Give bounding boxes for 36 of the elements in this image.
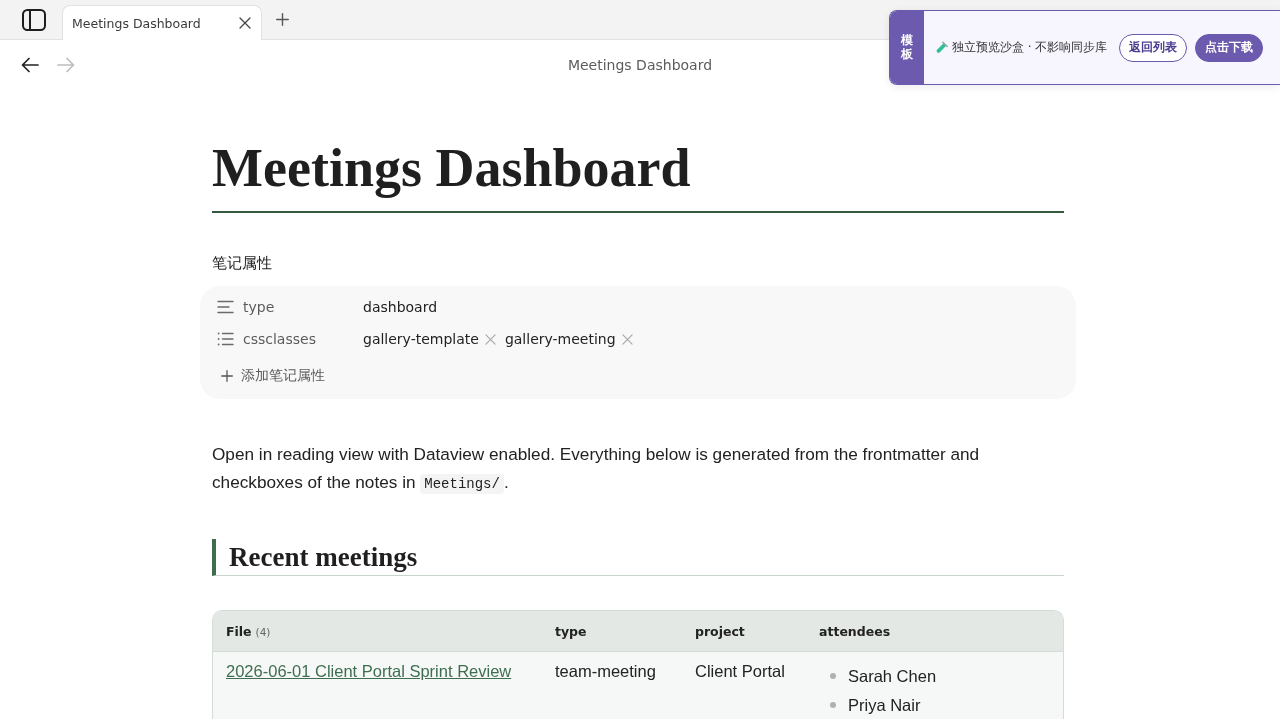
note-title: Meetings Dashboard bbox=[212, 136, 1064, 213]
sidebar-toggle-icon[interactable] bbox=[22, 8, 46, 31]
view-title: Meetings Dashboard bbox=[567, 57, 713, 73]
test-tube-icon bbox=[935, 40, 948, 55]
column-header: project bbox=[695, 623, 745, 639]
back-to-list-button[interactable]: 返回列表 bbox=[1119, 33, 1188, 62]
back-arrow-icon[interactable] bbox=[21, 57, 39, 73]
plus-icon[interactable] bbox=[276, 13, 289, 26]
property-value: dashboard bbox=[363, 299, 438, 315]
property-key: cssclasses bbox=[243, 331, 363, 347]
bullet-icon bbox=[830, 672, 836, 679]
property-value: gallery-template bbox=[363, 331, 479, 347]
properties-heading: 笔记属性 bbox=[212, 253, 272, 274]
attendee-name: Priya Nair bbox=[848, 694, 921, 715]
download-button[interactable]: 点击下载 bbox=[1195, 33, 1264, 62]
bullet-icon bbox=[830, 701, 836, 708]
add-property-button[interactable]: 添加笔记属性 bbox=[221, 360, 329, 392]
plus-icon bbox=[221, 370, 233, 382]
banner-message: 独立预览沙盒 · 不影响同步库 bbox=[952, 39, 1108, 56]
table-cell: team-meeting bbox=[555, 662, 656, 680]
template-badge: 模板 bbox=[890, 11, 924, 84]
property-value: gallery-meeting bbox=[504, 331, 616, 347]
property-key: type bbox=[243, 299, 363, 315]
table-cell: Client Portal bbox=[695, 662, 785, 680]
column-header: attendees bbox=[819, 623, 891, 639]
section-heading: Recent meetings bbox=[212, 539, 1064, 576]
list-icon bbox=[217, 332, 234, 346]
text-lines-icon bbox=[217, 300, 234, 314]
intro-paragraph: Open in reading view with Dataview enabled. Everything below is generated from the frontmatter and checkboxes of the notes in Meetings/ . bbox=[212, 443, 981, 496]
column-header: File bbox=[226, 623, 252, 639]
close-icon[interactable] bbox=[239, 17, 251, 29]
file-link[interactable]: 2026-06-01 Client Portal Sprint Review bbox=[226, 662, 512, 680]
browser-tab[interactable]: Meetings Dashboard bbox=[62, 5, 262, 40]
row-count: (4) bbox=[255, 625, 271, 638]
attendee-name: Sarah Chen bbox=[848, 665, 937, 686]
column-header: type bbox=[555, 623, 587, 639]
